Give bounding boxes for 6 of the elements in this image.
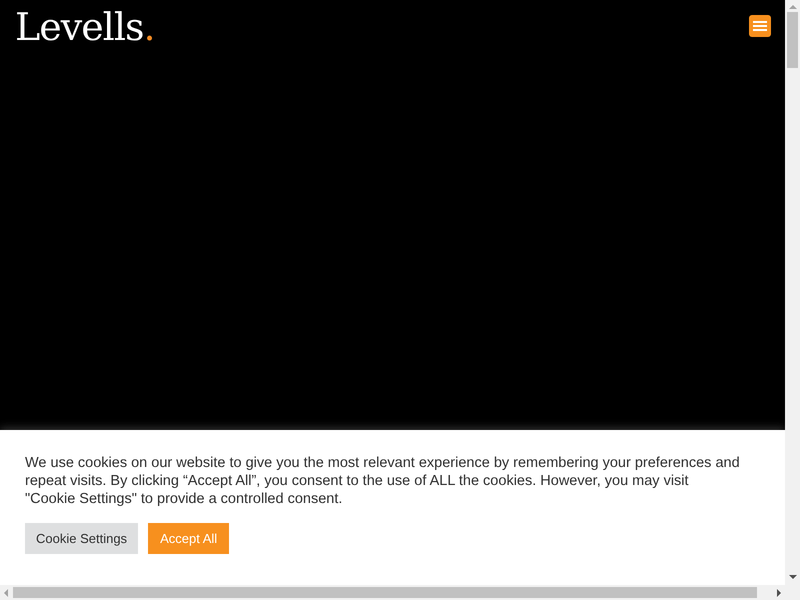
horizontal-scrollbar[interactable] [0,585,785,600]
logo[interactable]: Levells. [15,6,155,48]
vertical-scrollbar[interactable] [785,0,800,600]
menu-icon[interactable] [749,15,771,37]
cookie-button[interactable]: Cookie Settings [25,523,138,554]
cookie-message: We use cookies on our website to give you the most relevant experience by remembering your preferences and repeat visits. By clicking “Accept All”, you consent to the use of ALL the cookies. However, you may visit "Cookie Settings" to provide a controlled consent. [25,454,741,508]
